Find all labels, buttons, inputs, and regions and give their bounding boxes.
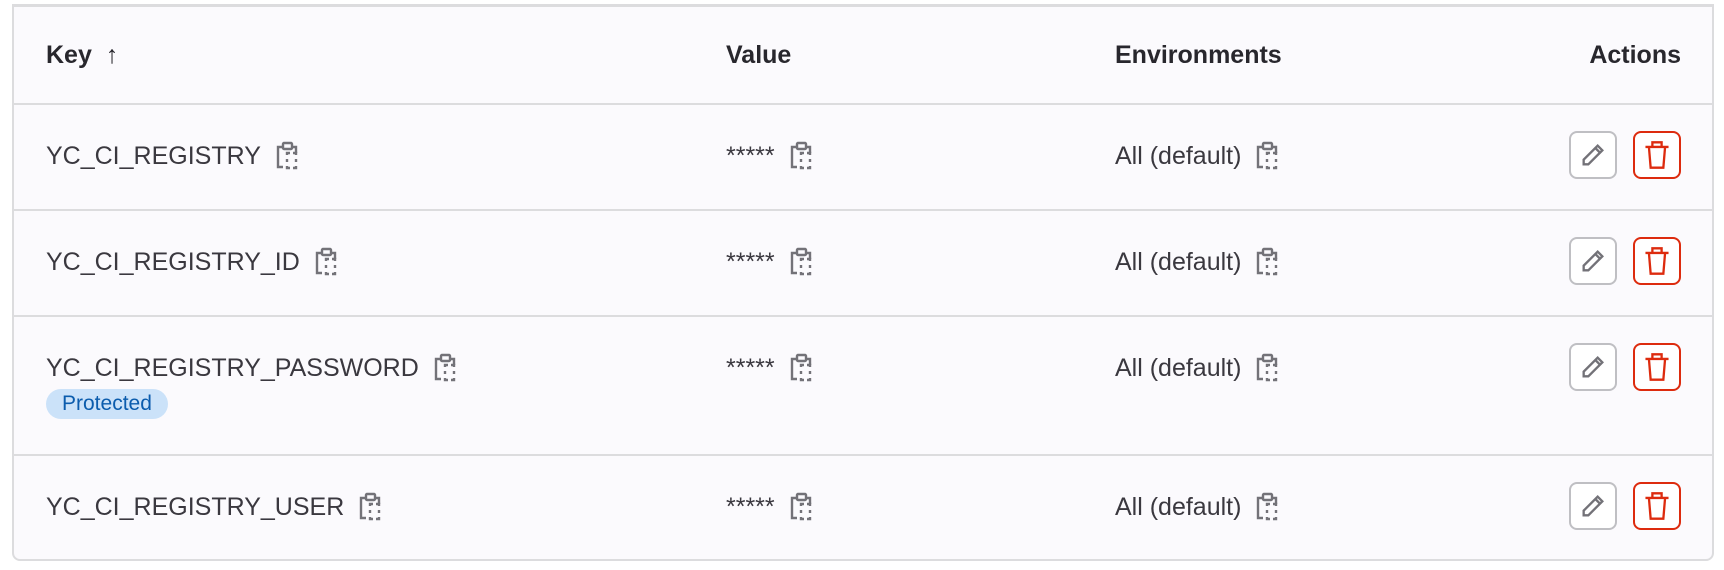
trash-icon bbox=[1645, 492, 1669, 520]
variable-key: YC_CI_REGISTRY_ID bbox=[46, 247, 300, 276]
column-header-actions: Actions bbox=[1589, 41, 1681, 69]
pencil-icon bbox=[1582, 250, 1604, 272]
edit-button[interactable] bbox=[1569, 237, 1617, 285]
variables-table: Key ↑ Value Environments Actions YC_CI_RE… bbox=[12, 4, 1714, 561]
trash-icon bbox=[1645, 141, 1669, 169]
table-row: YC_CI_REGISTRY ***** All (default) bbox=[14, 105, 1712, 211]
sort-ascending-icon: ↑ bbox=[105, 41, 119, 69]
variable-environment: All (default) bbox=[1115, 247, 1242, 276]
column-header-environments: Environments bbox=[1115, 41, 1282, 69]
pencil-icon bbox=[1582, 495, 1604, 517]
variable-value: ***** bbox=[726, 141, 775, 170]
variable-environment: All (default) bbox=[1115, 353, 1242, 382]
copy-key-icon[interactable] bbox=[275, 141, 301, 171]
key-label: Key bbox=[46, 41, 92, 69]
copy-key-icon[interactable] bbox=[358, 492, 384, 522]
variable-key: YC_CI_REGISTRY_PASSWORD bbox=[46, 353, 419, 382]
table-row: YC_CI_REGISTRY_ID ***** All (default) bbox=[14, 211, 1712, 317]
copy-key-icon[interactable] bbox=[314, 247, 340, 277]
column-header-value: Value bbox=[726, 41, 792, 69]
variable-value: ***** bbox=[726, 492, 775, 521]
delete-button[interactable] bbox=[1633, 237, 1681, 285]
copy-value-icon[interactable] bbox=[789, 492, 815, 522]
edit-button[interactable] bbox=[1569, 343, 1617, 391]
copy-value-icon[interactable] bbox=[789, 247, 815, 277]
protected-badge: Protected bbox=[46, 389, 168, 419]
table-row: YC_CI_REGISTRY_PASSWORD ***** All (defau… bbox=[14, 317, 1712, 456]
variable-value: ***** bbox=[726, 247, 775, 276]
delete-button[interactable] bbox=[1633, 482, 1681, 530]
variable-environment: All (default) bbox=[1115, 141, 1242, 170]
table-header: Key ↑ Value Environments Actions bbox=[14, 7, 1712, 105]
edit-button[interactable] bbox=[1569, 482, 1617, 530]
variable-key: YC_CI_REGISTRY_USER bbox=[46, 492, 345, 521]
delete-button[interactable] bbox=[1633, 131, 1681, 179]
delete-button[interactable] bbox=[1633, 343, 1681, 391]
variable-value: ***** bbox=[726, 353, 775, 382]
table-row: YC_CI_REGISTRY_USER ***** All (default) bbox=[14, 456, 1712, 562]
trash-icon bbox=[1645, 247, 1669, 275]
variable-environment: All (default) bbox=[1115, 492, 1242, 521]
pencil-icon bbox=[1582, 356, 1604, 378]
pencil-icon bbox=[1582, 144, 1604, 166]
copy-value-icon[interactable] bbox=[789, 141, 815, 171]
column-header-key[interactable]: Key ↑ bbox=[46, 41, 118, 70]
copy-environment-icon[interactable] bbox=[1255, 492, 1281, 522]
trash-icon bbox=[1645, 353, 1669, 381]
copy-environment-icon[interactable] bbox=[1255, 247, 1281, 277]
copy-environment-icon[interactable] bbox=[1255, 353, 1281, 383]
edit-button[interactable] bbox=[1569, 131, 1617, 179]
copy-key-icon[interactable] bbox=[433, 353, 459, 383]
copy-environment-icon[interactable] bbox=[1255, 141, 1281, 171]
variable-key: YC_CI_REGISTRY bbox=[46, 141, 261, 170]
copy-value-icon[interactable] bbox=[789, 353, 815, 383]
